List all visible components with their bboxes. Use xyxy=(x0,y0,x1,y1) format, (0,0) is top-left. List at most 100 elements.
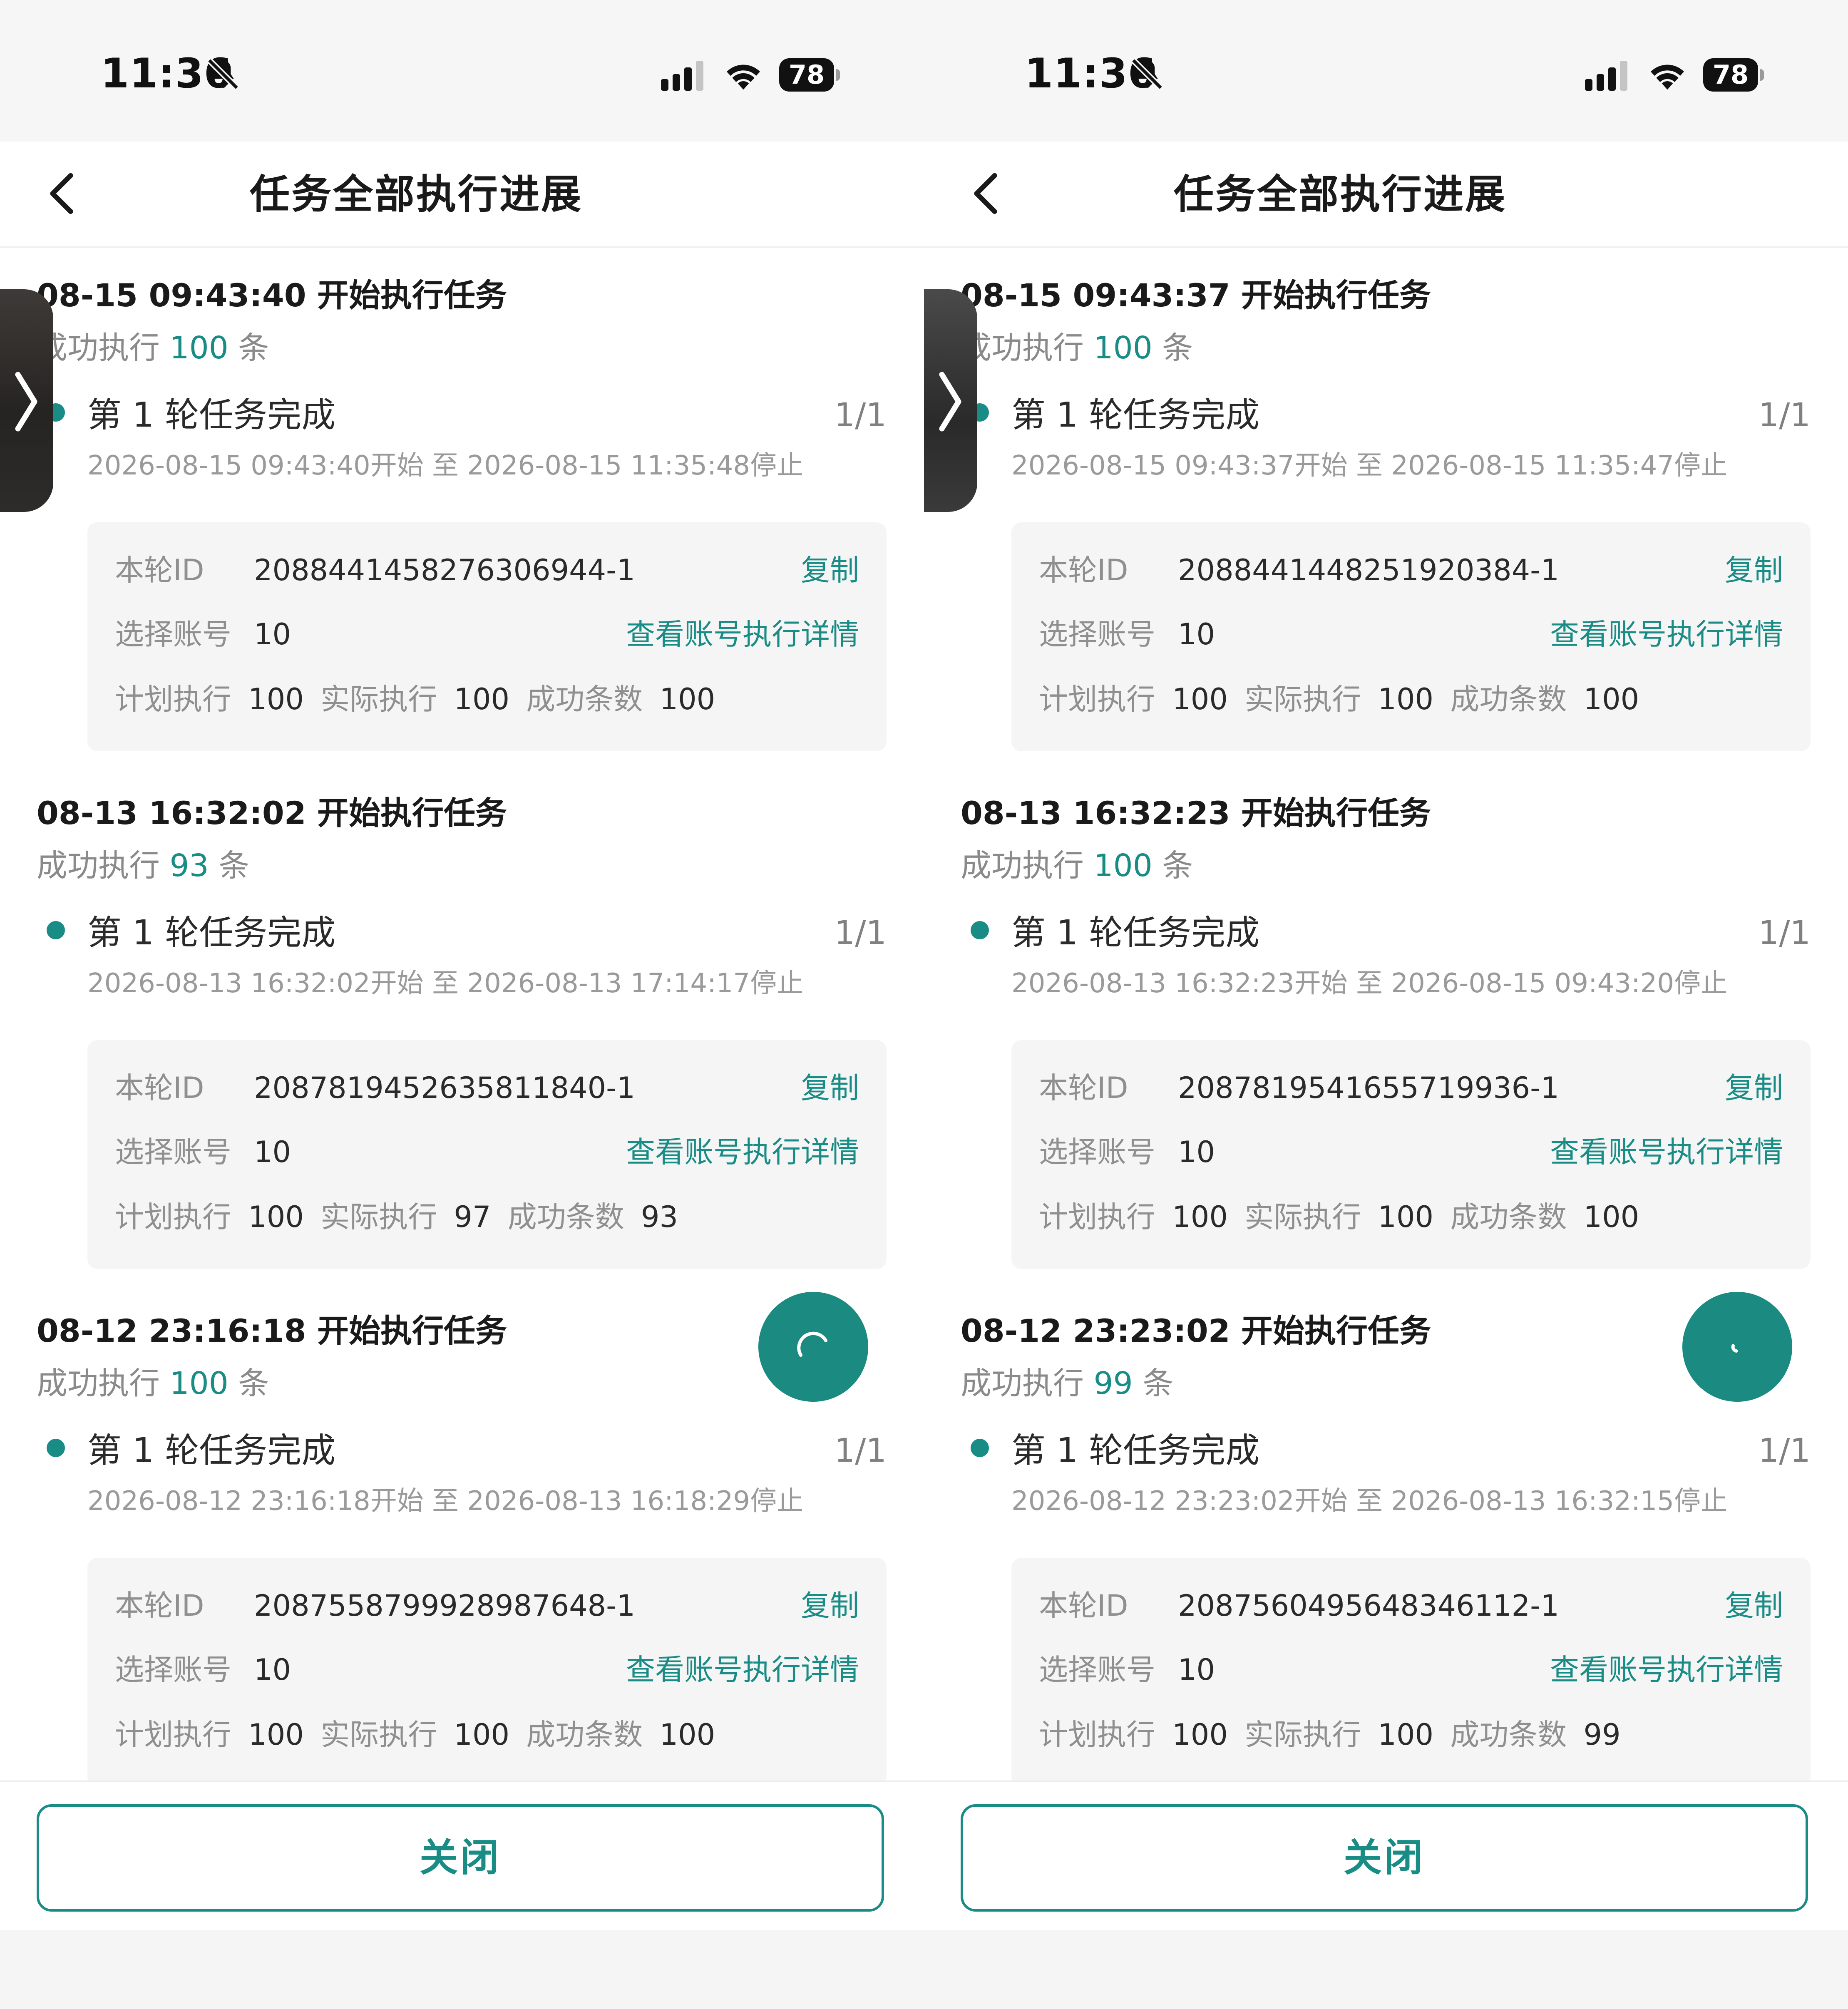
account-detail-link[interactable]: 查看账号执行详情 xyxy=(626,1129,859,1175)
success-label: 成功条数 xyxy=(1450,1718,1567,1752)
actual-label: 实际执行 xyxy=(320,1718,437,1752)
success-count: 100 xyxy=(169,330,229,366)
battery-icon: 78 xyxy=(1703,58,1766,92)
run-start-title: 08-13 16:32:02 开始执行任务 xyxy=(37,795,507,832)
side-drawer-handle[interactable] xyxy=(0,289,53,512)
floating-loading-button[interactable] xyxy=(758,1292,868,1402)
round-count: 1/1 xyxy=(1758,914,1811,952)
accounts-label: 选择账号 xyxy=(115,1135,231,1169)
round-id-value: 2087819541655719936-1 xyxy=(1178,1071,1559,1105)
round-count: 1/1 xyxy=(1758,1432,1811,1470)
floating-loading-button[interactable] xyxy=(1682,1292,1792,1402)
run-success-summary: 成功执行 100 条 xyxy=(37,325,269,371)
round-detail-card: 本轮ID 2088441448251920384-1 复制 选择账号 10 查看… xyxy=(1011,522,1811,751)
success-count: 100 xyxy=(1093,848,1153,884)
round-time-range: 2026-08-12 23:16:18开始 至 2026-08-13 16:18… xyxy=(87,1486,804,1517)
round-detail-card: 本轮ID 2087819452635811840-1 复制 选择账号 10 查看… xyxy=(87,1040,887,1269)
planned-value: 100 xyxy=(1172,682,1228,716)
copy-button[interactable]: 复制 xyxy=(801,1065,859,1111)
phone-screen-right: 11:36 78 任务全部执行进展 08-15 09:43:37 开始执行任务 … xyxy=(924,0,1848,2009)
planned-label: 计划执行 xyxy=(1039,1200,1155,1234)
timeline-dot xyxy=(47,1439,65,1457)
copy-button[interactable]: 复制 xyxy=(1725,1583,1783,1629)
actual-value: 100 xyxy=(454,1718,510,1752)
wifi-icon xyxy=(727,65,760,90)
round-detail-card: 本轮ID 2087558799928987648-1 复制 选择账号 10 查看… xyxy=(87,1558,887,1781)
run-success-summary: 成功执行 100 条 xyxy=(961,325,1193,371)
round-id-row: 本轮ID 2088441448251920384-1 复制 xyxy=(1039,547,1783,593)
copy-button[interactable]: 复制 xyxy=(1725,547,1783,593)
loading-spinner-icon xyxy=(1731,1344,1738,1353)
actual-label: 实际执行 xyxy=(1244,1200,1361,1234)
planned-label: 计划执行 xyxy=(1039,1718,1155,1752)
task-run-group: 08-15 09:43:40 开始执行任务 成功执行 100 条 第 1 轮任务… xyxy=(0,248,924,765)
side-drawer-handle[interactable] xyxy=(924,289,977,512)
page-title: 任务全部执行进展 xyxy=(924,167,1848,221)
account-detail-link[interactable]: 查看账号执行详情 xyxy=(626,611,859,657)
copy-button[interactable]: 复制 xyxy=(801,547,859,593)
round-id-row: 本轮ID 2088441458276306944-1 复制 xyxy=(115,547,859,593)
accounts-label: 选择账号 xyxy=(115,617,231,651)
run-start-title: 08-15 09:43:40 开始执行任务 xyxy=(37,277,507,314)
close-button[interactable]: 关闭 xyxy=(37,1804,884,1912)
planned-value: 100 xyxy=(248,1200,304,1234)
nav-bar: 任务全部执行进展 xyxy=(0,142,924,248)
account-detail-link[interactable]: 查看账号执行详情 xyxy=(1550,1647,1783,1693)
success-suffix: 条 xyxy=(1162,848,1193,884)
account-detail-link[interactable]: 查看账号执行详情 xyxy=(1550,1129,1783,1175)
round-id-value: 2087560495648346112-1 xyxy=(1178,1589,1559,1623)
success-prefix: 成功执行 xyxy=(37,1366,160,1401)
run-start-title: 08-13 16:32:23 开始执行任务 xyxy=(961,795,1431,832)
success-suffix: 条 xyxy=(238,330,269,366)
accounts-row: 选择账号 10 查看账号执行详情 xyxy=(115,1647,859,1693)
run-success-summary: 成功执行 100 条 xyxy=(961,843,1193,889)
round-id-label: 本轮ID xyxy=(115,553,204,587)
success-count: 100 xyxy=(169,1366,229,1401)
battery-tip xyxy=(836,69,840,81)
success-prefix: 成功执行 xyxy=(961,330,1084,366)
copy-button[interactable]: 复制 xyxy=(1725,1065,1783,1111)
account-detail-link[interactable]: 查看账号执行详情 xyxy=(1550,611,1783,657)
accounts-label: 选择账号 xyxy=(1039,1653,1155,1687)
round-detail-card: 本轮ID 2088441458276306944-1 复制 选择账号 10 查看… xyxy=(87,522,887,751)
success-prefix: 成功执行 xyxy=(37,330,160,366)
success-label: 成功条数 xyxy=(526,682,643,716)
page-title-text: 任务全部执行进展 xyxy=(250,171,583,218)
run-start-title: 08-12 23:23:02 开始执行任务 xyxy=(961,1312,1431,1349)
actual-value: 100 xyxy=(1378,1200,1434,1234)
success-value: 100 xyxy=(1583,1200,1639,1234)
round-title: 第 1 轮任务完成 xyxy=(87,1431,336,1470)
task-history-list[interactable]: 08-15 09:43:37 开始执行任务 成功执行 100 条 第 1 轮任务… xyxy=(924,248,1848,1781)
copy-button[interactable]: 复制 xyxy=(801,1583,859,1629)
round-id-value: 2088441448251920384-1 xyxy=(1178,553,1559,587)
accounts-label: 选择账号 xyxy=(115,1653,231,1687)
run-start-title: 08-15 09:43:37 开始执行任务 xyxy=(961,277,1431,314)
execution-stats-row: 计划执行 100 实际执行 97 成功条数 93 xyxy=(115,1194,859,1240)
success-count: 99 xyxy=(1093,1366,1133,1401)
bell-slash-icon xyxy=(207,58,239,90)
actual-value: 100 xyxy=(1378,1718,1434,1752)
accounts-row: 选择账号 10 查看账号执行详情 xyxy=(1039,1129,1783,1175)
actual-label: 实际执行 xyxy=(320,682,437,716)
close-button[interactable]: 关闭 xyxy=(961,1804,1808,1912)
account-detail-link[interactable]: 查看账号执行详情 xyxy=(626,1647,859,1693)
round-id-value: 2087819452635811840-1 xyxy=(254,1071,635,1105)
round-id-value: 2088441458276306944-1 xyxy=(254,553,635,587)
wifi-icon xyxy=(1651,65,1684,90)
round-time-range: 2026-08-15 09:43:40开始 至 2026-08-15 11:35… xyxy=(87,450,804,481)
success-suffix: 条 xyxy=(219,848,250,884)
bell-slash-icon xyxy=(1131,58,1163,90)
accounts-value: 10 xyxy=(1178,1135,1215,1169)
success-suffix: 条 xyxy=(1162,330,1193,366)
status-bar: 11:36 78 xyxy=(924,0,1848,142)
round-count: 1/1 xyxy=(834,914,887,952)
round-title: 第 1 轮任务完成 xyxy=(1011,395,1260,435)
round-time-range: 2026-08-13 16:32:02开始 至 2026-08-13 17:14… xyxy=(87,968,804,999)
execution-stats-row: 计划执行 100 实际执行 100 成功条数 100 xyxy=(1039,676,1783,722)
task-history-list[interactable]: 08-15 09:43:40 开始执行任务 成功执行 100 条 第 1 轮任务… xyxy=(0,248,924,1781)
bottom-action-bar: 关闭 xyxy=(924,1781,1848,1932)
execution-stats-row: 计划执行 100 实际执行 100 成功条数 100 xyxy=(1039,1194,1783,1240)
accounts-row: 选择账号 10 查看账号执行详情 xyxy=(115,1129,859,1175)
bottom-safe-area xyxy=(0,1930,924,2009)
round-detail-card: 本轮ID 2087560495648346112-1 复制 选择账号 10 查看… xyxy=(1011,1558,1811,1781)
